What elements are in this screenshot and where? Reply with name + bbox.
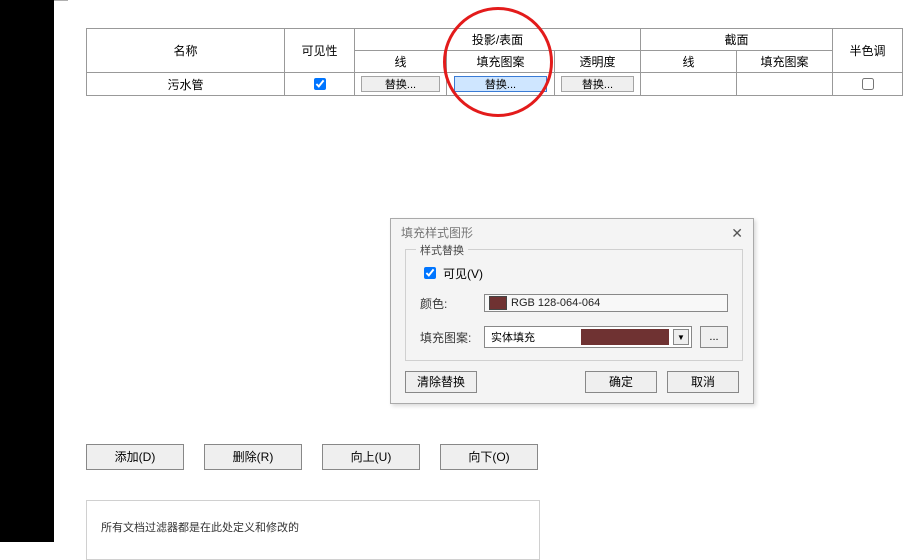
header-proj-trans[interactable]: 透明度: [555, 51, 641, 73]
proj-trans-override-button[interactable]: 替换...: [561, 76, 633, 92]
row-halftone-cell[interactable]: [833, 73, 903, 96]
ok-button[interactable]: 确定: [585, 371, 657, 393]
color-field[interactable]: RGB 128-064-064: [484, 294, 728, 312]
chevron-down-icon[interactable]: ▼: [673, 329, 689, 345]
bottom-note: 所有文档过滤器都是在此处定义和修改的: [101, 519, 299, 535]
move-up-button[interactable]: 向上(U): [322, 444, 420, 470]
delete-button[interactable]: 删除(R): [204, 444, 302, 470]
row-proj-fill-cell[interactable]: 替换...: [447, 73, 555, 96]
header-projection[interactable]: 投影/表面: [355, 29, 641, 51]
visible-row: 可见(V): [420, 264, 728, 282]
bottom-group: 所有文档过滤器都是在此处定义和修改的: [86, 500, 540, 560]
header-halftone[interactable]: 半色调: [833, 29, 903, 73]
row-name[interactable]: 污水管: [87, 73, 285, 96]
color-label: 颜色:: [420, 295, 484, 312]
overrides-table: 名称 可见性 投影/表面 截面 半色调 线 填充图案 透明度 线 填充图案 污水…: [86, 28, 903, 96]
proj-fill-override-button[interactable]: 替换...: [454, 76, 547, 92]
row-visibility-checkbox[interactable]: [314, 78, 326, 90]
header-proj-line[interactable]: 线: [355, 51, 447, 73]
pattern-label: 填充图案:: [420, 329, 484, 346]
main-content: 名称 可见性 投影/表面 截面 半色调 线 填充图案 透明度 线 填充图案 污水…: [68, 0, 906, 542]
proj-line-override-button[interactable]: 替换...: [361, 76, 439, 92]
pattern-browse-button[interactable]: ...: [700, 326, 728, 348]
row-sect-line-cell[interactable]: [641, 73, 737, 96]
row-sect-fill-cell[interactable]: [737, 73, 833, 96]
visible-label: 可见(V): [443, 265, 483, 282]
dialog-buttons: 清除替换 确定 取消: [405, 371, 739, 393]
row-proj-trans-cell[interactable]: 替换...: [555, 73, 641, 96]
pattern-value: 实体填充: [485, 329, 535, 345]
cancel-button[interactable]: 取消: [667, 371, 739, 393]
color-swatch: [489, 296, 507, 310]
close-icon[interactable]: ✕: [731, 219, 743, 247]
pattern-select[interactable]: 实体填充 ▼: [484, 326, 692, 348]
main-button-row: 添加(D) 删除(R) 向上(U) 向下(O): [86, 444, 538, 470]
group-label: 样式替换: [416, 242, 468, 258]
row-visibility-cell[interactable]: [285, 73, 355, 96]
style-override-group: 样式替换 可见(V) 颜色: RGB 128-064-064 填充图案: 实体填…: [405, 249, 743, 361]
fill-style-dialog: 填充样式图形 ✕ 样式替换 可见(V) 颜色: RGB 128-064-064 …: [390, 218, 754, 404]
left-dark-panel: [0, 0, 54, 542]
row-proj-line-cell[interactable]: 替换...: [355, 73, 447, 96]
row-halftone-checkbox[interactable]: [862, 78, 874, 90]
add-button[interactable]: 添加(D): [86, 444, 184, 470]
color-value: RGB 128-064-064: [511, 297, 600, 309]
header-proj-fill[interactable]: 填充图案: [447, 51, 555, 73]
header-sect-line[interactable]: 线: [641, 51, 737, 73]
color-row: 颜色: RGB 128-064-064: [420, 294, 728, 312]
header-sect-fill[interactable]: 填充图案: [737, 51, 833, 73]
move-down-button[interactable]: 向下(O): [440, 444, 538, 470]
pattern-row: 填充图案: 实体填充 ▼ ...: [420, 326, 728, 348]
header-name[interactable]: 名称: [87, 29, 285, 73]
pattern-swatch: [581, 329, 669, 345]
header-visibility[interactable]: 可见性: [285, 29, 355, 73]
header-section[interactable]: 截面: [641, 29, 833, 51]
table-row[interactable]: 污水管 替换... 替换... 替换...: [87, 73, 903, 96]
clear-override-button[interactable]: 清除替换: [405, 371, 477, 393]
visible-checkbox[interactable]: [424, 267, 436, 279]
